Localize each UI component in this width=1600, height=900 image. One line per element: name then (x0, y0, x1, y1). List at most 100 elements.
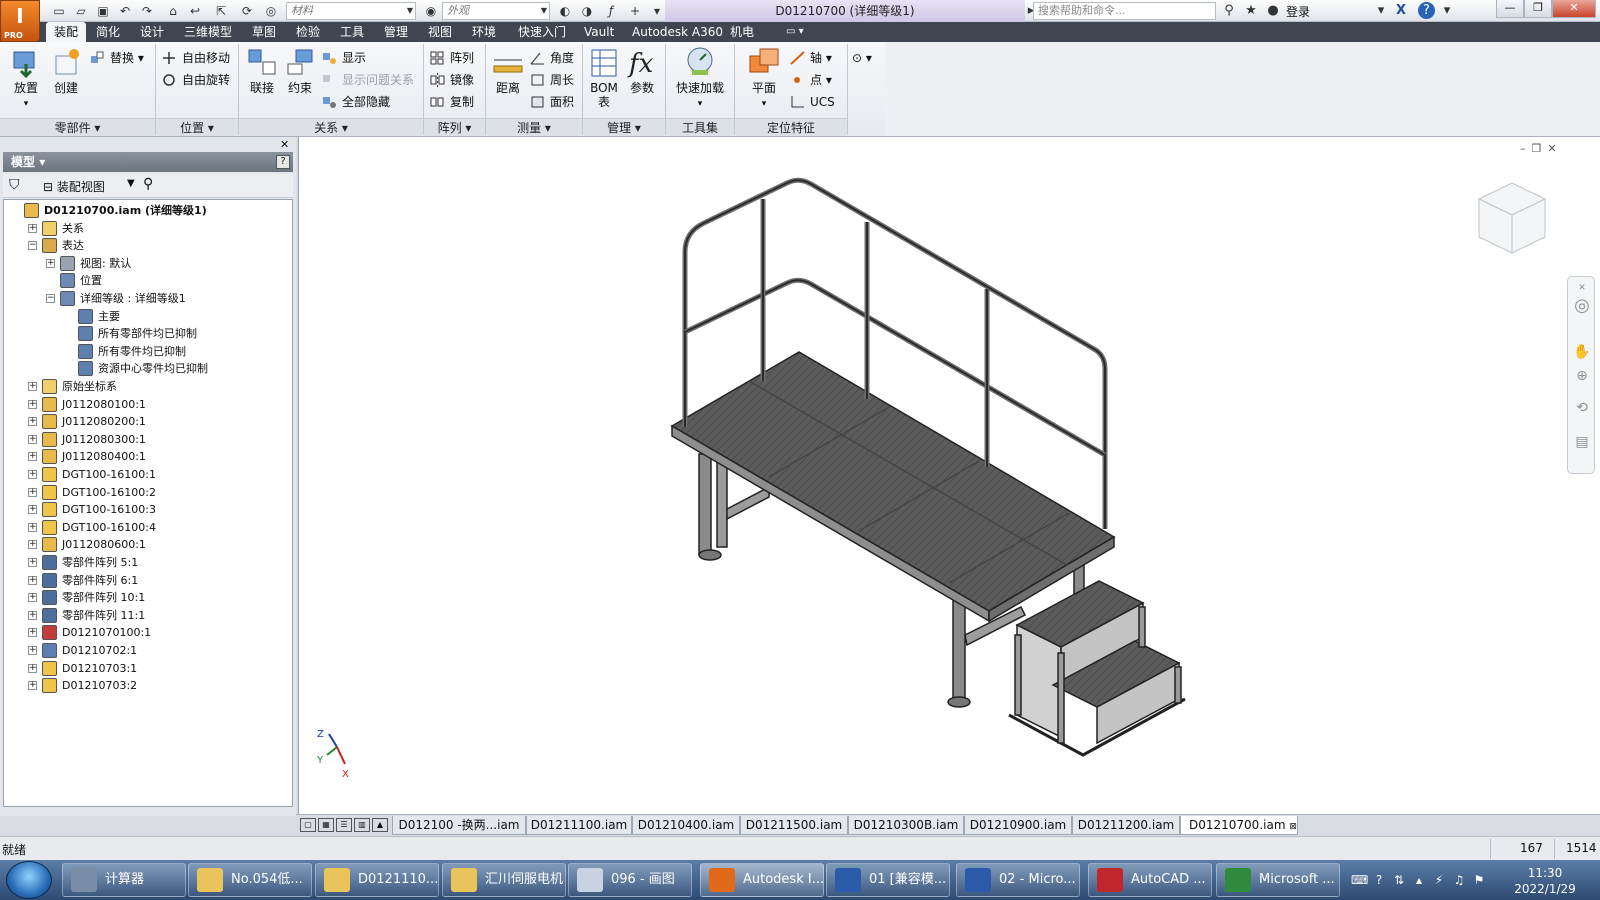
expand-icon[interactable]: + (28, 610, 37, 620)
steering-wheel-icon[interactable]: ◎ (1573, 297, 1591, 315)
fx-icon[interactable]: ƒ (602, 3, 620, 19)
view-cube[interactable] (1477, 182, 1547, 254)
clock-time[interactable]: 11:30 (1510, 866, 1580, 880)
doc-tab[interactable]: D012100 -换两...iam (392, 816, 526, 835)
assembly-view-dropdown[interactable]: ⊟ 装配视图 (43, 178, 105, 195)
show-button[interactable]: 显示 (322, 48, 366, 68)
expand-icon[interactable]: + (28, 628, 37, 638)
tab-sketch[interactable]: 草图 (244, 22, 284, 42)
pan-icon[interactable]: ✋ (1573, 343, 1591, 361)
appearance-icon[interactable]: ◉ (422, 3, 440, 19)
view-dropdown-arrow-icon[interactable]: ▼ (127, 178, 135, 189)
help-dropdown-icon[interactable]: ▾ (1438, 2, 1456, 20)
parameters-button[interactable]: fx 参数 (622, 46, 662, 95)
constrain-button[interactable]: 约束 (280, 46, 320, 95)
tab-view[interactable]: 视图 (420, 22, 460, 42)
help-tray-icon[interactable]: ? (1371, 872, 1387, 888)
expand-icon[interactable]: + (28, 382, 37, 391)
minimize-button[interactable]: — (1496, 0, 1524, 18)
tree-node[interactable]: + D01210702:1 (4, 642, 292, 659)
doc-tab-active[interactable]: D01210700.iam ⊠ (1180, 816, 1298, 835)
expand-icon[interactable]: + (28, 417, 37, 427)
login-link[interactable]: 登录 (1286, 3, 1310, 20)
viewport-close-icon[interactable]: ✕ (1547, 142, 1562, 155)
new-file-icon[interactable]: ▭ (50, 3, 68, 19)
tree-node[interactable]: + DGT100-16100:1 (4, 466, 292, 483)
doc-tab[interactable]: D01210400.iam (632, 816, 740, 835)
filter-icon[interactable]: ⛉ (9, 177, 20, 193)
doc-tab[interactable]: D01211100.iam (526, 816, 632, 835)
hide-all-button[interactable]: 全部隐藏 (322, 92, 390, 112)
tree-node[interactable]: + 原始坐标系 (4, 378, 292, 395)
tree-node[interactable]: + 零部件阵列 6:1 (4, 572, 292, 589)
doc-tab[interactable]: D01210900.iam (964, 816, 1072, 835)
expand-icon[interactable]: + (28, 540, 37, 550)
zoom-icon[interactable]: ⊕ (1573, 367, 1591, 385)
crosshair-icon[interactable]: + (626, 3, 644, 19)
start-button[interactable] (6, 861, 52, 899)
select-icon[interactable]: ⇱ (212, 3, 230, 19)
taskbar-item[interactable]: AutoCAD ... (1088, 863, 1212, 897)
expand-icon[interactable]: + (28, 452, 37, 462)
color-icon[interactable]: ◎ (262, 3, 280, 19)
taskbar-item[interactable]: 01 [兼容模... (826, 863, 950, 897)
taskbar-item[interactable]: 02 - Micro... (956, 863, 1080, 897)
open-documents-icon[interactable]: ▲ (372, 818, 388, 832)
taskbar-item[interactable]: D0121110... (315, 863, 439, 897)
expand-icon[interactable]: + (28, 399, 37, 409)
tab-manage[interactable]: 管理 (376, 22, 416, 42)
tree-node[interactable]: + D0121070100:1 (4, 624, 292, 641)
taskbar-item[interactable]: 计算器 (62, 863, 186, 897)
tree-node[interactable]: + J0112080600:1 (4, 536, 292, 553)
tree-node[interactable]: + 零部件阵列 10:1 (4, 589, 292, 606)
tile-windows-icon[interactable]: ▦ (318, 818, 334, 832)
pattern-button[interactable]: 阵列 (430, 48, 474, 68)
tree-node[interactable]: + J0112080200:1 (4, 413, 292, 430)
joint-button[interactable]: 联接 (242, 46, 282, 95)
volume-icon[interactable]: ♫ (1451, 872, 1467, 888)
create-button[interactable]: 创建 (46, 46, 86, 95)
viewport-restore-icon[interactable]: ❐ (1532, 142, 1548, 155)
tree-node[interactable]: 主要 (4, 308, 292, 325)
look-at-icon[interactable]: ▤ (1573, 433, 1591, 451)
network-icon[interactable]: ⚡ (1431, 872, 1447, 888)
panel-title-manage[interactable]: 管理 ▾ (583, 118, 665, 136)
tree-node[interactable]: + J0112080100:1 (4, 396, 292, 413)
doc-tab-close-icon[interactable]: ⊠ (1289, 822, 1297, 832)
restore-button[interactable]: ❐ (1524, 0, 1552, 18)
help-icon[interactable]: ? (1418, 2, 1435, 19)
return-icon[interactable]: ↩ (186, 3, 204, 19)
axis-button[interactable]: 轴 ▾ (790, 48, 832, 68)
expand-icon[interactable]: + (28, 593, 37, 603)
appearance-combo[interactable]: 外观 ▼ (442, 2, 550, 20)
tree-node[interactable]: + DGT100-16100:3 (4, 501, 292, 518)
taskbar-item[interactable]: No.054低... (188, 863, 312, 897)
update-icon[interactable]: ⟳ (238, 3, 256, 19)
cascade-windows-icon[interactable]: ▢ (300, 818, 316, 832)
area-button[interactable]: 面积 (530, 92, 574, 112)
tree-node[interactable]: 资源中心零件均已抑制 (4, 360, 292, 377)
adjust-icon[interactable]: ◐ (556, 3, 574, 19)
loop-button[interactable]: 周长 (530, 70, 574, 90)
panel-title-relationships[interactable]: 关系 ▾ (239, 118, 423, 136)
orbit-icon[interactable]: ⟲ (1573, 399, 1591, 417)
tree-node[interactable]: + 零部件阵列 11:1 (4, 607, 292, 624)
browser-close-icon[interactable]: ✕ (280, 138, 289, 151)
expand-icon[interactable]: + (28, 470, 37, 479)
flag-icon[interactable]: ⚑ (1471, 872, 1487, 888)
collapse-icon[interactable]: − (28, 241, 37, 251)
panel-title-position[interactable]: 位置 ▾ (156, 118, 238, 136)
quick-load-button[interactable]: 快速加载 ▾ (672, 46, 728, 111)
tab-assemble[interactable]: 装配 (46, 22, 87, 42)
tree-node[interactable]: − 详细等级 : 详细等级1 (4, 290, 292, 307)
tree-node[interactable]: 所有零件均已抑制 (4, 343, 292, 360)
tree-node[interactable]: + 关系 (4, 220, 292, 237)
tab-tools[interactable]: 工具 (332, 22, 372, 42)
dropdown-icon[interactable]: ▾ (1372, 2, 1390, 20)
free-move-button[interactable]: 自由移动 (162, 48, 230, 68)
tree-node[interactable]: + J0112080400:1 (4, 448, 292, 465)
find-binoculars-icon[interactable]: ⚲ (143, 176, 153, 192)
star-icon[interactable]: ★ (1242, 2, 1260, 20)
browser-help-icon[interactable]: ? (276, 155, 290, 169)
ime-icon[interactable]: ⇅ (1391, 872, 1407, 888)
